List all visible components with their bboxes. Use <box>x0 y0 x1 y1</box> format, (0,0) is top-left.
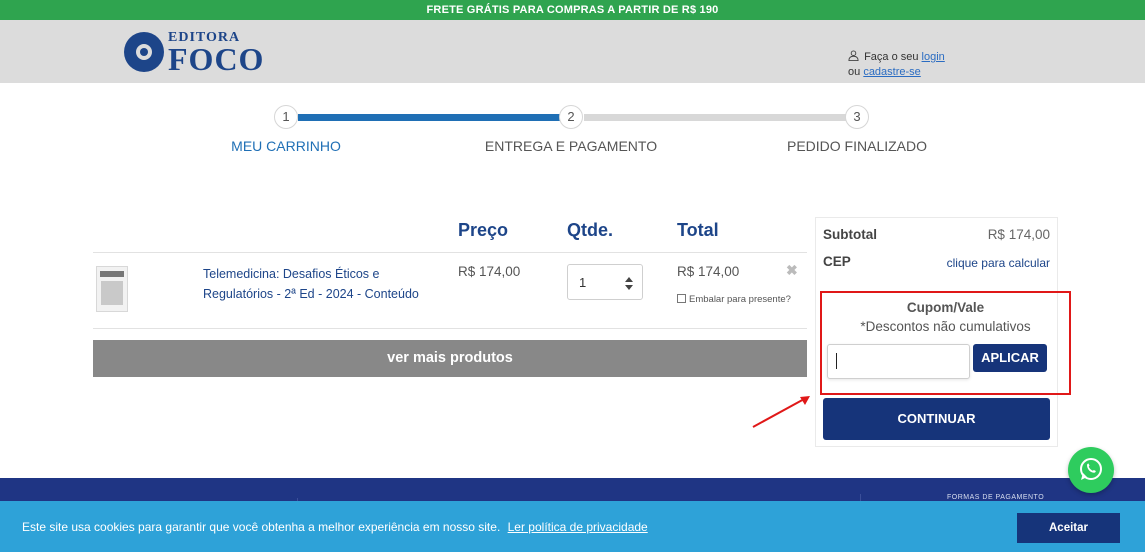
decrement-icon[interactable] <box>625 285 633 290</box>
text-cursor <box>836 353 837 369</box>
more-products-button[interactable]: ver mais produtos <box>93 340 807 377</box>
step-2-circle: 2 <box>559 105 583 129</box>
cookie-message: Este site usa cookies para garantir que … <box>22 520 648 534</box>
cep-label: CEP <box>823 254 851 269</box>
apply-coupon-button[interactable]: APLICAR <box>973 344 1047 372</box>
login-link[interactable]: login <box>922 51 945 63</box>
quantity-stepper[interactable]: 1 <box>567 264 643 300</box>
logo-mark-icon <box>124 32 164 72</box>
logo-text-main: FOCO <box>168 41 265 77</box>
gift-wrap-option[interactable]: Embalar para presente? <box>677 294 791 305</box>
continue-button[interactable]: CONTINUAR <box>823 398 1050 440</box>
coupon-input[interactable] <box>827 344 970 379</box>
table-divider <box>93 328 807 329</box>
remove-icon[interactable]: ✖ <box>786 262 798 279</box>
table-divider <box>93 252 807 253</box>
product-thumbnail[interactable] <box>96 266 128 312</box>
arrow-annotation-icon <box>752 396 810 428</box>
user-icon <box>848 50 859 61</box>
site-logo[interactable]: EDITORA FOCO <box>124 30 264 76</box>
account-box: Faça o seu login ou cadastre-se <box>848 50 945 80</box>
gift-wrap-checkbox[interactable] <box>677 294 686 303</box>
quantity-value[interactable]: 1 <box>579 275 586 290</box>
column-total: Total <box>677 220 719 240</box>
step-1-label: MEU CARRINHO <box>231 138 341 154</box>
increment-icon[interactable] <box>625 277 633 282</box>
payment-methods-title: FORMAS DE PAGAMENTO <box>947 494 1045 501</box>
site-header: EDITORA FOCO Faça o seu login ou cadastr… <box>0 20 1145 83</box>
register-link[interactable]: cadastre-se <box>863 66 920 78</box>
column-price: Preço <box>458 220 509 240</box>
subtotal-value: R$ 174,00 <box>987 227 1050 242</box>
step-progress-inactive <box>584 114 846 121</box>
product-price: R$ 174,00 <box>458 264 521 279</box>
checkout-steps: 1 2 3 MEU CARRINHO ENTREGA E PAGAMENTO P… <box>0 100 1145 160</box>
whatsapp-icon <box>1080 458 1102 480</box>
product-name-link[interactable]: Telemedicina: Desafios Éticos e Regulató… <box>203 264 433 304</box>
column-qty: Qtde. <box>567 220 614 240</box>
coupon-section: Cupom/Vale *Descontos não cumulativos AP… <box>820 291 1071 395</box>
privacy-policy-link[interactable]: Ler política de privacidade <box>508 520 648 534</box>
step-progress-active <box>298 114 560 121</box>
step-3-label: PEDIDO FINALIZADO <box>786 138 928 154</box>
cookie-banner: Este site usa cookies para garantir que … <box>0 501 1145 552</box>
gift-wrap-label: Embalar para presente? <box>689 294 791 305</box>
subtotal-label: Subtotal <box>823 227 877 242</box>
coupon-title: Cupom/Vale <box>906 300 985 315</box>
accept-cookies-button[interactable]: Aceitar <box>1017 513 1120 543</box>
product-total: R$ 174,00 <box>677 264 740 279</box>
coupon-note: *Descontos não cumulativos <box>860 319 1031 334</box>
login-prefix: Faça o seu <box>864 51 919 63</box>
register-prefix: ou <box>848 66 861 78</box>
whatsapp-button[interactable] <box>1068 447 1114 493</box>
calculate-shipping-link[interactable]: clique para calcular <box>947 256 1050 270</box>
step-2-label: ENTREGA E PAGAMENTO <box>484 138 658 154</box>
free-shipping-banner: FRETE GRÁTIS PARA COMPRAS A PARTIR DE R$… <box>0 0 1145 20</box>
step-3-circle: 3 <box>845 105 869 129</box>
cookie-text: Este site usa cookies para garantir que … <box>22 520 501 534</box>
step-1-circle: 1 <box>274 105 298 129</box>
